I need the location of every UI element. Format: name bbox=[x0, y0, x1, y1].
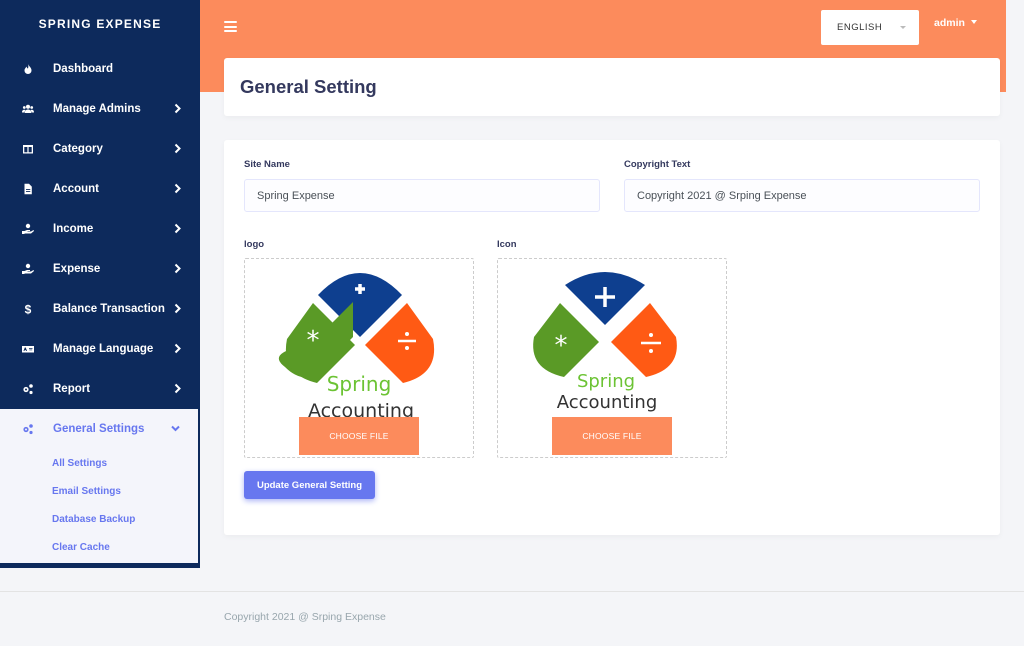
footer-copyright: Copyright 2021 @ Srping Expense bbox=[224, 611, 386, 623]
chevron-right-icon bbox=[173, 343, 182, 354]
logo-choose-file-button[interactable]: CHOOSE FILE bbox=[299, 417, 419, 455]
chevron-down-icon bbox=[171, 423, 180, 434]
sidebar-item-label: Manage Language bbox=[53, 343, 154, 355]
sidebar: SPRING EXPENSE Dashboard Manage Admins C… bbox=[0, 0, 200, 568]
logo-dropzone[interactable]: * Spring Accounting CHOOSE FILE bbox=[244, 258, 474, 458]
general-setting-form: Site Name Copyright Text logo * Spring A… bbox=[224, 140, 1000, 535]
sidebar-item-expense[interactable]: Expense bbox=[0, 249, 200, 289]
chevron-right-icon bbox=[173, 383, 182, 394]
sidebar-item-account[interactable]: Account bbox=[0, 169, 200, 209]
brand-title[interactable]: SPRING EXPENSE bbox=[0, 0, 200, 48]
svg-text:$: $ bbox=[25, 303, 32, 315]
hand-holding-icon bbox=[22, 263, 34, 275]
copyright-text-input[interactable] bbox=[624, 179, 980, 212]
sidebar-item-label: General Settings bbox=[53, 423, 145, 435]
user-menu[interactable]: admin bbox=[934, 17, 977, 29]
submenu-clear-cache[interactable]: Clear Cache bbox=[0, 533, 198, 561]
submenu-all-settings[interactable]: All Settings bbox=[0, 449, 198, 477]
sidebar-group-general-settings: General Settings All Settings Email Sett… bbox=[0, 409, 198, 563]
sidebar-item-manage-admins[interactable]: Manage Admins bbox=[0, 89, 200, 129]
sidebar-nav: Dashboard Manage Admins Category Account… bbox=[0, 49, 200, 563]
icon-choose-file-button[interactable]: CHOOSE FILE bbox=[552, 417, 672, 455]
users-icon bbox=[22, 103, 34, 115]
cogs-icon bbox=[22, 423, 34, 435]
cogs-icon bbox=[22, 383, 34, 395]
sidebar-item-label: Balance Transaction bbox=[53, 303, 165, 315]
sidebar-item-label: Manage Admins bbox=[53, 103, 141, 115]
chevron-right-icon bbox=[173, 183, 182, 194]
chevron-right-icon bbox=[173, 263, 182, 274]
logo-label: logo bbox=[244, 239, 265, 250]
sidebar-item-balance-transaction[interactable]: $ Balance Transaction bbox=[0, 289, 200, 329]
hamburger-menu-icon[interactable] bbox=[224, 21, 237, 32]
language-select[interactable]: ENGLISH bbox=[821, 10, 919, 45]
chevron-right-icon bbox=[173, 103, 182, 114]
columns-icon bbox=[22, 143, 34, 155]
user-name: admin bbox=[934, 17, 965, 29]
site-name-input[interactable] bbox=[244, 179, 600, 212]
caret-down-icon bbox=[900, 26, 906, 29]
sidebar-item-label: Expense bbox=[53, 263, 101, 275]
site-name-label: Site Name bbox=[244, 159, 290, 170]
footer: Copyright 2021 @ Srping Expense bbox=[0, 591, 1024, 646]
page-header: General Setting bbox=[224, 58, 1000, 116]
submenu-email-settings[interactable]: Email Settings bbox=[0, 477, 198, 505]
sidebar-item-label: Dashboard bbox=[53, 63, 114, 75]
logo-word-spring: Spring bbox=[327, 372, 392, 396]
icon-word-spring: Spring bbox=[577, 371, 635, 392]
sidebar-item-label: Category bbox=[53, 143, 103, 155]
icon-label: Icon bbox=[497, 239, 517, 250]
sidebar-item-label: Account bbox=[53, 183, 99, 195]
sidebar-item-label: Report bbox=[53, 383, 91, 395]
sidebar-item-income[interactable]: Income bbox=[0, 209, 200, 249]
sidebar-item-manage-language[interactable]: Manage Language bbox=[0, 329, 200, 369]
hand-holding-icon bbox=[22, 223, 34, 235]
dollar-icon: $ bbox=[22, 303, 34, 315]
sidebar-item-category[interactable]: Category bbox=[0, 129, 200, 169]
general-settings-submenu: All Settings Email Settings Database Bac… bbox=[0, 449, 198, 563]
sidebar-item-report[interactable]: Report bbox=[0, 369, 200, 409]
submenu-database-backup[interactable]: Database Backup bbox=[0, 505, 198, 533]
caret-down-icon bbox=[970, 20, 977, 24]
chevron-right-icon bbox=[173, 303, 182, 314]
copyright-text-label: Copyright Text bbox=[624, 159, 691, 170]
file-icon bbox=[22, 183, 34, 195]
sidebar-item-dashboard[interactable]: Dashboard bbox=[0, 49, 200, 89]
svg-text:*: * bbox=[307, 326, 320, 356]
icon-dropzone[interactable]: * Spring Accounting CHOOSE FILE bbox=[497, 258, 727, 458]
chevron-right-icon bbox=[173, 223, 182, 234]
svg-text:*: * bbox=[555, 331, 568, 361]
icon-word-accounting: Accounting bbox=[557, 392, 658, 413]
page-title: General Setting bbox=[240, 76, 377, 97]
sidebar-item-general-settings[interactable]: General Settings bbox=[0, 409, 198, 449]
fire-icon bbox=[22, 63, 34, 75]
chevron-right-icon bbox=[173, 143, 182, 154]
sidebar-item-label: Income bbox=[53, 223, 94, 235]
language-select-value: ENGLISH bbox=[837, 22, 883, 33]
language-icon bbox=[22, 343, 34, 355]
update-general-setting-button[interactable]: Update General Setting bbox=[244, 471, 375, 499]
